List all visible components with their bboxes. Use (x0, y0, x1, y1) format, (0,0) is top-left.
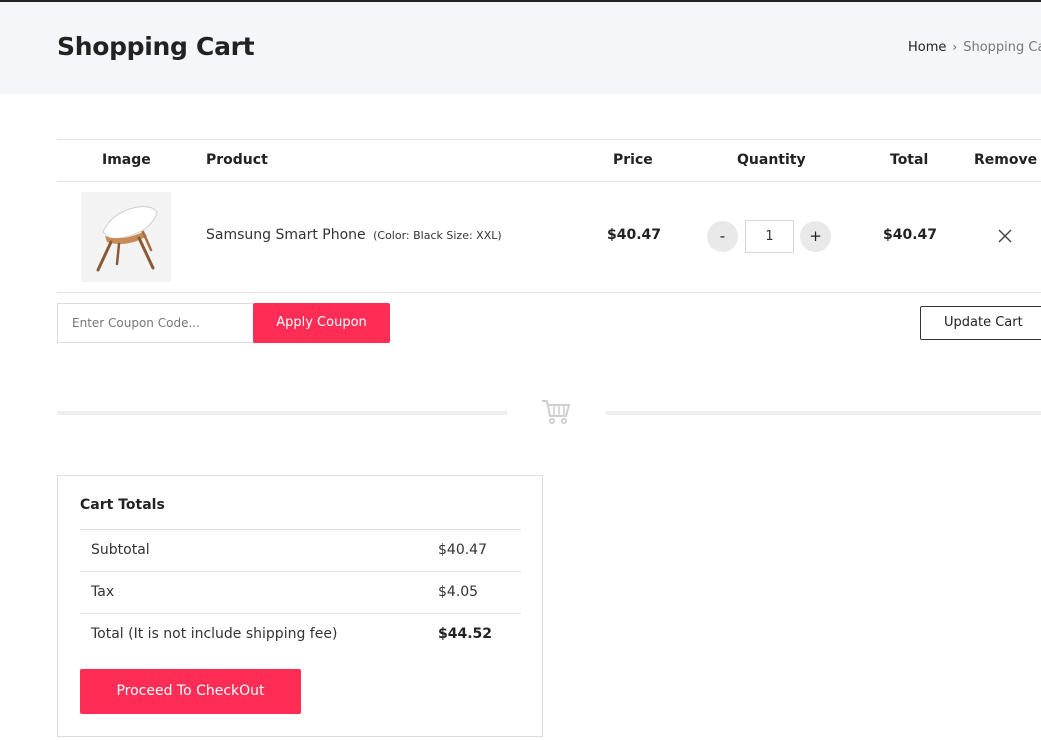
column-header-quantity: Quantity (737, 152, 806, 168)
table-row: Samsung Smart Phone (Color: Black Size: … (57, 182, 1041, 293)
column-header-product: Product (206, 152, 268, 168)
tax-row: Tax $4.05 (80, 571, 521, 613)
cart-totals-title: Cart Totals (80, 497, 165, 513)
divider-line-right (606, 411, 1041, 415)
grand-total-value: $44.52 (438, 626, 493, 642)
proceed-to-checkout-button[interactable]: Proceed To CheckOut (80, 669, 301, 714)
cart-table: Image Product Price Quantity Total Remov… (57, 139, 1041, 293)
coupon-code-input[interactable] (57, 303, 254, 343)
page-header: Shopping Cart Home › Shopping Cart (0, 2, 1041, 94)
quantity-decrease-button[interactable]: - (707, 221, 738, 252)
column-header-total: Total (890, 152, 929, 168)
apply-coupon-button[interactable]: Apply Coupon (253, 303, 390, 343)
tax-label: Tax (91, 584, 115, 600)
cart-totals-table: Subtotal $40.47 Tax $4.05 Total (It is n… (80, 529, 521, 655)
product-name-link[interactable]: Samsung Smart Phone (206, 227, 366, 243)
column-header-price: Price (613, 152, 653, 168)
cart-totals-panel: Cart Totals Subtotal $40.47 Tax $4.05 To… (57, 475, 543, 737)
close-icon[interactable] (997, 228, 1013, 244)
quantity-input[interactable] (745, 220, 794, 253)
product-total: $40.47 (883, 227, 938, 243)
subtotal-row: Subtotal $40.47 (80, 529, 521, 571)
subtotal-label: Subtotal (91, 542, 150, 558)
quantity-increase-button[interactable]: + (800, 221, 831, 252)
column-header-image: Image (102, 152, 151, 168)
page-title: Shopping Cart (57, 32, 255, 61)
tax-value: $4.05 (438, 584, 479, 600)
chevron-right-icon: › (952, 40, 958, 54)
grand-total-label: Total (It is not include shipping fee) (91, 626, 338, 642)
divider-line-left (57, 411, 507, 415)
cart-icon (540, 398, 572, 426)
product-name-cell: Samsung Smart Phone (Color: Black Size: … (206, 227, 502, 243)
chair-product-image[interactable] (81, 192, 171, 282)
update-cart-button[interactable]: Update Cart (920, 306, 1041, 340)
product-variant-info: (Color: Black Size: XXL) (373, 229, 502, 242)
grand-total-row: Total (It is not include shipping fee) $… (80, 613, 521, 655)
breadcrumb-home-link[interactable]: Home (908, 40, 946, 55)
breadcrumb: Home › Shopping Cart (908, 40, 1041, 55)
breadcrumb-current: Shopping Cart (963, 40, 1041, 55)
column-header-remove: Remove (974, 152, 1038, 168)
subtotal-value: $40.47 (438, 542, 487, 558)
table-header-row: Image Product Price Quantity Total Remov… (57, 139, 1041, 182)
product-price: $40.47 (607, 227, 662, 243)
